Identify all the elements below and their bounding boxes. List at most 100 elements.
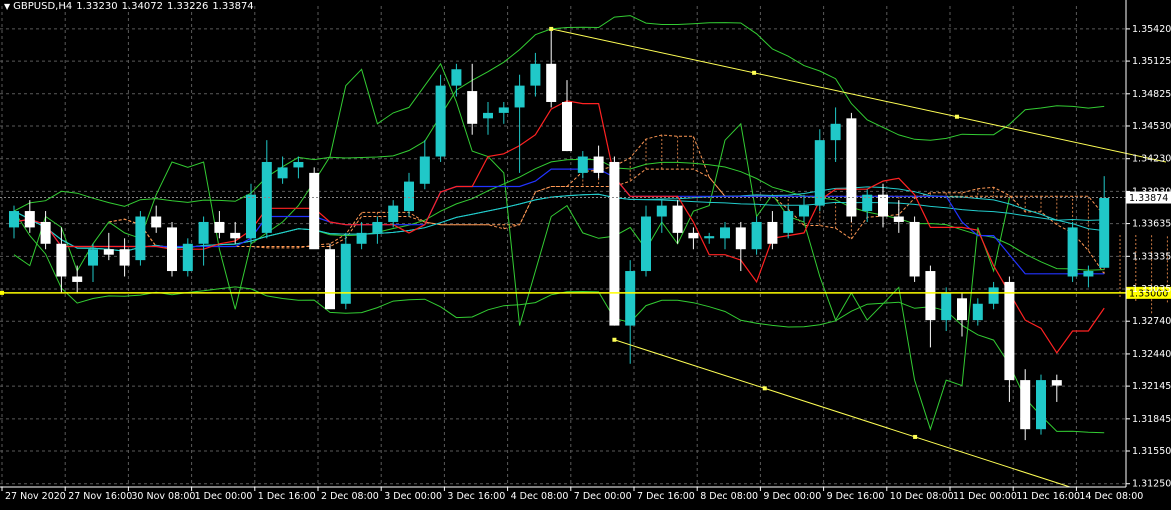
candle-bear xyxy=(672,205,683,233)
candle-bull xyxy=(261,161,272,233)
candle-bull xyxy=(799,205,809,217)
y-tick-label: 1.32145 xyxy=(1132,381,1171,392)
x-tick-label: 11 Dec 16:00 xyxy=(1016,491,1080,502)
candle-bear xyxy=(119,249,130,266)
candle-bull xyxy=(862,194,873,212)
y-tick-label: 1.33335 xyxy=(1132,251,1171,262)
candle-bull xyxy=(451,69,462,86)
candle-bull xyxy=(404,181,414,212)
ohlc-low: 1.33226 xyxy=(166,1,209,12)
candle-bull xyxy=(340,243,351,304)
candle-bear xyxy=(56,243,67,277)
candle-bull xyxy=(720,227,730,239)
candle-bull xyxy=(372,221,383,233)
candle-bull xyxy=(1067,227,1078,277)
candle-bull xyxy=(656,205,667,217)
y-tick-label: 1.34530 xyxy=(1132,121,1171,132)
candle-bull xyxy=(435,85,446,157)
candle-bear xyxy=(214,221,225,233)
candle-bull xyxy=(1036,380,1046,430)
x-tick-label: 4 Dec 08:00 xyxy=(511,491,569,502)
candle-bull xyxy=(246,194,256,239)
y-tick-label: 1.31250 xyxy=(1132,479,1171,490)
y-tick-label: 1.31845 xyxy=(1132,414,1171,425)
candlestick-chart[interactable]: 1.33000 1.33874 1.35420 1.35125 1.34825 1.34… xyxy=(0,0,1171,506)
x-tick-label: 3 Dec 00:00 xyxy=(384,491,442,502)
x-tick-label: 8 Dec 08:00 xyxy=(700,491,758,502)
candle-bull xyxy=(293,161,304,168)
candle-bear xyxy=(230,232,241,239)
x-tick-label: 7 Dec 00:00 xyxy=(574,491,632,502)
candle-bear xyxy=(609,161,620,326)
candle-bear xyxy=(40,221,51,244)
candle-bull xyxy=(356,232,367,244)
trend-anchor-point xyxy=(549,26,554,31)
symbol-label: GBPUSD,H4 xyxy=(13,1,73,12)
x-tick-label: 27 Nov 2020 xyxy=(5,491,66,502)
candle-bear xyxy=(1004,281,1015,381)
y-tick-label: 1.32440 xyxy=(1132,349,1171,360)
candle-bear xyxy=(925,271,936,321)
y-tick-label: 1.33035 xyxy=(1132,284,1171,295)
x-tick-label: 3 Dec 16:00 xyxy=(447,491,505,502)
y-tick-label: 1.33930 xyxy=(1132,186,1171,197)
candle-bull xyxy=(498,107,509,113)
candle-bear xyxy=(893,216,904,222)
candle-bull xyxy=(641,216,651,272)
candle-bull xyxy=(704,236,715,239)
candle-bull xyxy=(830,123,841,141)
candle-bear xyxy=(878,194,888,217)
candle-bull xyxy=(625,271,636,326)
candle-bear xyxy=(1051,380,1062,386)
y-tick-label: 1.31550 xyxy=(1132,446,1171,457)
candle-bull xyxy=(972,303,983,321)
candle-bear xyxy=(688,232,699,239)
horizontal-level-anchor xyxy=(0,290,4,295)
candle-bull xyxy=(941,292,952,321)
x-tick-label: 30 Nov 08:00 xyxy=(131,491,195,502)
x-tick-label: 7 Dec 16:00 xyxy=(637,491,695,502)
y-tick-label: 1.35420 xyxy=(1132,24,1171,35)
candle-bear xyxy=(309,172,320,250)
x-tick-label: 1 Dec 16:00 xyxy=(258,491,316,502)
trend-anchor-point xyxy=(954,114,959,119)
candle-bull xyxy=(9,211,19,228)
dropdown-triangle-icon[interactable]: ▼ xyxy=(4,2,10,11)
candle-bear xyxy=(846,118,857,217)
candle-bear xyxy=(562,101,572,152)
candle-bull xyxy=(182,243,193,272)
candle-bear xyxy=(767,221,778,244)
x-tick-label: 2 Dec 08:00 xyxy=(321,491,379,502)
y-tick-label: 1.32740 xyxy=(1132,316,1171,327)
candle-bull xyxy=(577,156,588,173)
x-tick-label: 9 Dec 16:00 xyxy=(827,491,885,502)
candle-bear xyxy=(72,276,83,282)
candle-bear xyxy=(957,298,967,321)
candle-bull xyxy=(514,85,525,108)
candle-bull xyxy=(814,140,825,206)
trend-anchor-point xyxy=(752,70,757,75)
candle-bull xyxy=(483,112,493,119)
candle-bull xyxy=(751,221,762,250)
candle-bear xyxy=(151,216,162,228)
y-tick-label: 1.34825 xyxy=(1132,89,1171,100)
candle-bear xyxy=(103,249,114,255)
candle-bull xyxy=(783,211,794,233)
candle-bull xyxy=(1083,271,1094,277)
candle-bull xyxy=(88,249,98,266)
x-tick-label: 27 Nov 16:00 xyxy=(68,491,132,502)
y-tick-label: 1.34230 xyxy=(1132,154,1171,165)
ohlc-high: 1.34072 xyxy=(121,1,163,12)
candle-bear xyxy=(593,156,604,173)
x-tick-label: 11 Dec 00:00 xyxy=(953,491,1017,502)
ohlc-open: 1.33230 xyxy=(76,1,118,12)
y-tick-label: 1.33635 xyxy=(1132,219,1171,230)
candle-bull xyxy=(277,167,288,179)
x-tick-label: 1 Dec 00:00 xyxy=(195,491,253,502)
x-tick-label: 14 Dec 08:00 xyxy=(1079,491,1143,502)
chart-header: ▼ GBPUSD,H4 1.33230 1.34072 1.33226 1.33874 xyxy=(4,1,258,12)
y-tick-label: 1.35125 xyxy=(1132,56,1171,67)
chart-svg[interactable]: 1.330001.33874 1.354201.351251.348251.34… xyxy=(0,0,1171,506)
trend-anchor-point xyxy=(612,337,617,342)
candle-bear xyxy=(467,91,478,124)
